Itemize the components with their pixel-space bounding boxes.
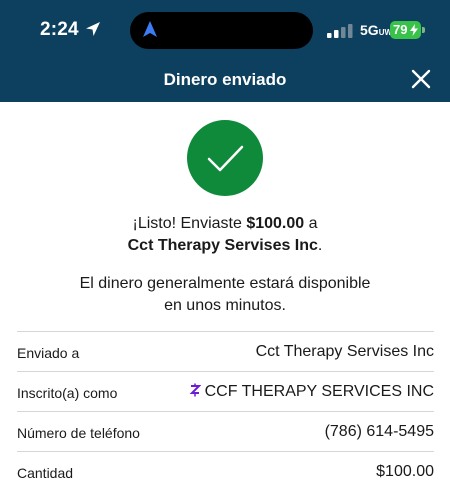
header-bar: 2:24 5GUW 79 Dinero enviado bbox=[0, 0, 450, 102]
status-time: 2:24 bbox=[40, 19, 79, 40]
detail-row-enrolled-as: Inscrito(a) como CCF THERAPY SERVICES IN… bbox=[17, 371, 434, 411]
detail-row-sent-to: Enviado a Cct Therapy Servises Inc bbox=[17, 331, 434, 371]
success-badge bbox=[187, 120, 263, 196]
recipient-name: Cct Therapy Servises Inc bbox=[127, 237, 318, 254]
zelle-icon bbox=[189, 383, 201, 397]
detail-value: Cct Therapy Servises Inc bbox=[255, 343, 434, 360]
detail-row-phone: Número de teléfono (786) 614-5495 bbox=[17, 411, 434, 451]
transfer-details: Enviado a Cct Therapy Servises Inc Inscr… bbox=[17, 331, 434, 488]
detail-row-amount: Cantidad $100.00 bbox=[17, 451, 434, 488]
navigation-arrow-icon bbox=[143, 21, 157, 37]
detail-value: $100.00 bbox=[376, 463, 434, 480]
detail-value: (786) 614-5495 bbox=[324, 423, 434, 440]
close-icon bbox=[411, 69, 431, 89]
battery-nub bbox=[422, 27, 425, 33]
detail-label: Número de teléfono bbox=[17, 425, 140, 441]
checkmark-icon bbox=[207, 145, 244, 172]
availability-message: El dinero generalmente estará disponible… bbox=[79, 275, 371, 314]
detail-label: Inscrito(a) como bbox=[17, 385, 118, 401]
status-bar: 2:24 5GUW 79 bbox=[0, 0, 450, 60]
sent-amount: $100.00 bbox=[246, 215, 305, 232]
battery-level: 79 bbox=[393, 22, 408, 37]
page-title: Dinero enviado bbox=[163, 70, 287, 89]
detail-value-enrolled: CCF THERAPY SERVICES INC bbox=[189, 383, 434, 401]
detail-label: Enviado a bbox=[17, 345, 80, 361]
confirmation-message: ¡Listo! Enviaste $100.00 a Cct Therapy S… bbox=[127, 215, 323, 254]
detail-label: Cantidad bbox=[17, 465, 74, 481]
battery-icon: 79 bbox=[390, 21, 421, 39]
bolt-icon bbox=[410, 24, 418, 36]
network-type: 5GUW bbox=[360, 22, 393, 38]
close-button[interactable] bbox=[404, 62, 438, 96]
signal-icon bbox=[327, 24, 353, 38]
location-arrow-icon bbox=[86, 22, 100, 36]
